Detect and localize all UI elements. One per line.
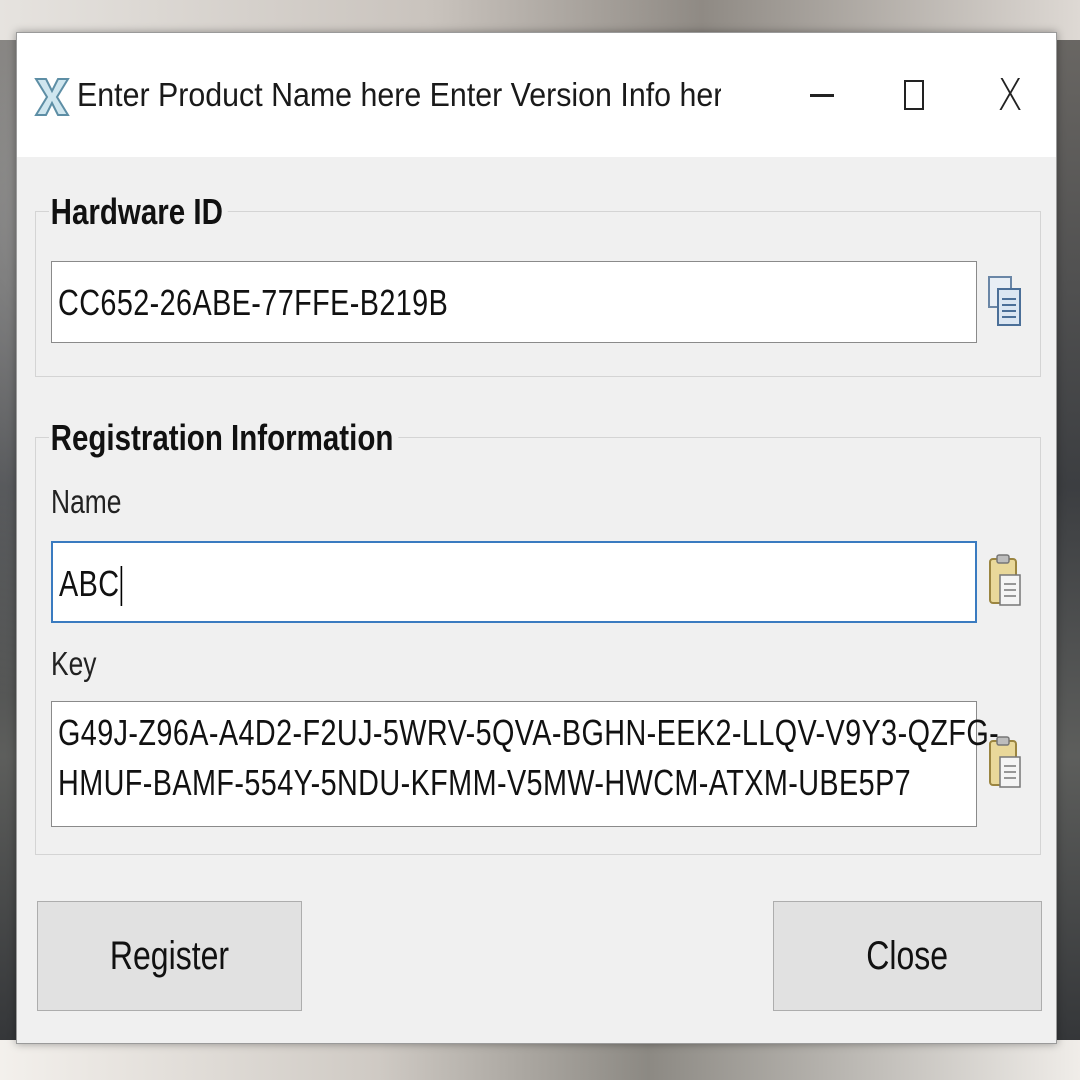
registration-info-legend: Registration Information <box>49 417 399 459</box>
desktop-wallpaper-bottom <box>0 1040 1080 1080</box>
key-textarea[interactable]: G49J-Z96A-A4D2-F2UJ-5WRV-5QVA-BGHN-EEK2-… <box>51 701 999 827</box>
title-bar[interactable]: Enter Product Name here Enter Version In… <box>17 33 1056 157</box>
key-label: Key <box>51 645 97 682</box>
name-label: Name <box>51 483 122 520</box>
register-button[interactable]: Register <box>37 901 302 1011</box>
maximize-icon <box>904 80 924 110</box>
window-title: Enter Product Name here Enter Version In… <box>77 76 721 113</box>
copy-icon[interactable] <box>987 269 1023 331</box>
close-button[interactable]: Close <box>773 901 1042 1011</box>
registration-dialog: Enter Product Name here Enter Version In… <box>16 32 1057 1044</box>
hardware-id-field[interactable]: CC652-26ABE-77FFE-B219B <box>51 261 977 343</box>
text-caret <box>120 566 122 607</box>
paste-icon[interactable] <box>987 733 1023 795</box>
window-close-button[interactable]: X <box>975 63 1045 127</box>
close-button-label: Close <box>866 933 949 978</box>
maximize-button[interactable] <box>879 63 949 127</box>
key-value-line-1: G49J-Z96A-A4D2-F2UJ-5WRV-5QVA-BGHN-EEK2-… <box>58 712 1000 753</box>
minimize-icon <box>810 93 834 97</box>
app-x-icon <box>34 77 70 117</box>
key-value-line-2: HMUF-BAMF-554Y-5NDU-KFMM-V5MW-HWCM-ATXM-… <box>58 762 912 803</box>
paste-icon[interactable] <box>987 551 1023 613</box>
close-x-icon: X <box>997 69 1023 121</box>
name-input[interactable]: ABC <box>51 541 977 623</box>
register-button-label: Register <box>109 933 230 978</box>
hardware-id-legend: Hardware ID <box>49 191 228 233</box>
name-value: ABC <box>59 563 120 604</box>
minimize-button[interactable] <box>787 63 857 127</box>
hardware-id-value: CC652-26ABE-77FFE-B219B <box>58 282 449 323</box>
